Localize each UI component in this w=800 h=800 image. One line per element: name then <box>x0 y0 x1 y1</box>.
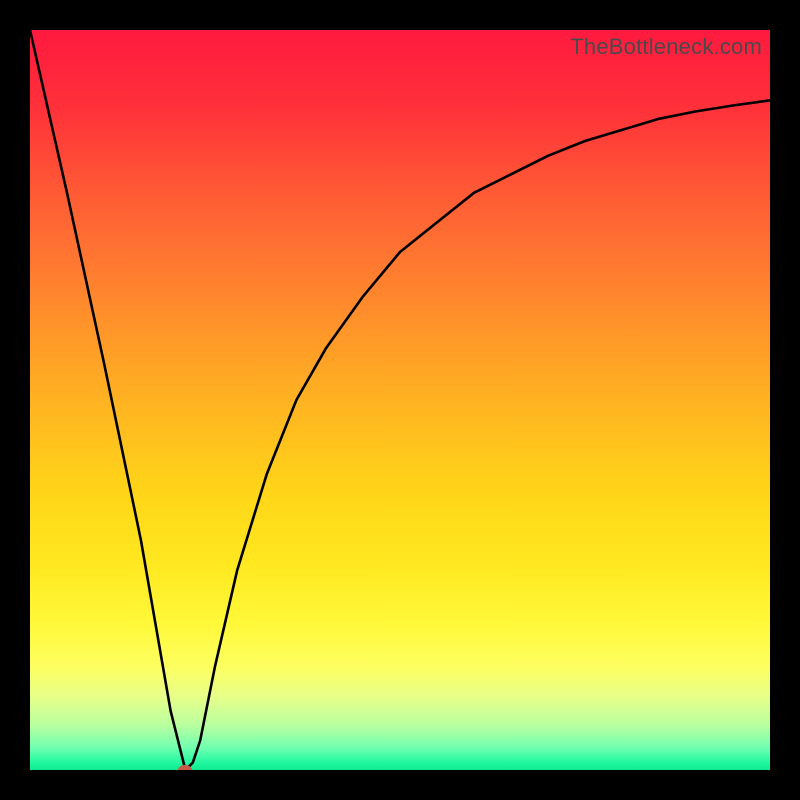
optimal-point-marker <box>178 765 192 770</box>
plot-area: TheBottleneck.com <box>30 30 770 770</box>
bottleneck-curve <box>30 30 770 770</box>
watermark-text: TheBottleneck.com <box>570 34 762 60</box>
